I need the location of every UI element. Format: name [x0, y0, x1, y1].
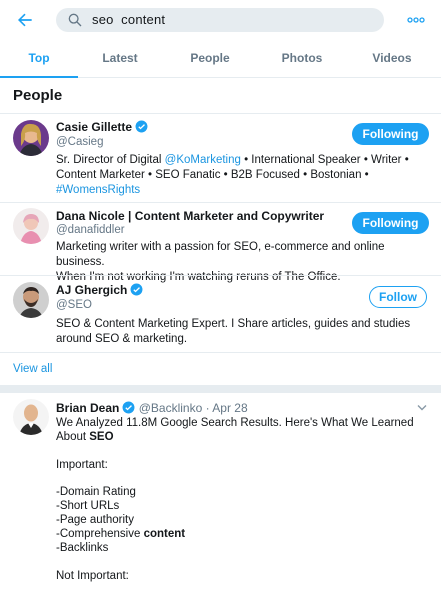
- bio-text: • International Speaker • Writer •: [240, 154, 409, 166]
- tweet-header: Brian Dean @Backlinko · Apr 28: [56, 401, 248, 415]
- view-all-link[interactable]: View all: [13, 363, 52, 375]
- following-button[interactable]: Following: [352, 123, 429, 145]
- search-query: seo content: [92, 12, 166, 27]
- verified-icon: [130, 283, 143, 296]
- avatar[interactable]: [13, 208, 49, 244]
- bio-text: Sr. Director of Digital: [56, 154, 165, 166]
- tweet-author[interactable]: Brian Dean: [56, 401, 119, 415]
- tweet-text: -Short URLs: [56, 500, 120, 512]
- tweet-text-part: -Comprehensive: [56, 528, 144, 540]
- tweet-keyword: content: [143, 528, 186, 540]
- tweet-keyword: SEO: [89, 431, 114, 443]
- user-handle: @SEO: [56, 299, 92, 311]
- user-card[interactable]: AJ Ghergich @SEO Follow SEO & Content Ma…: [0, 275, 441, 352]
- tab-latest[interactable]: Latest: [80, 40, 160, 78]
- tweet-text: Important:: [56, 459, 108, 471]
- chevron-down-icon[interactable]: [417, 404, 427, 411]
- bio-text: Marketing writer with a passion for SEO,…: [56, 241, 385, 268]
- tweet[interactable]: Brian Dean @Backlinko · Apr 28 We Analyz…: [0, 393, 441, 600]
- bio-text: SEO & Content Marketing Expert. I Share …: [56, 318, 411, 330]
- tweet-text: About SEO: [56, 431, 114, 443]
- section-divider: [0, 385, 441, 393]
- user-card[interactable]: Casie Gillette @Casieg Following Sr. Dir…: [0, 113, 441, 202]
- user-name: Dana Nicole | Content Marketer and Copyw…: [56, 209, 325, 223]
- tweet-text: -Comprehensive content: [56, 528, 185, 540]
- user-handle: @Casieg: [56, 136, 104, 148]
- user-name: Casie Gillette: [56, 120, 148, 134]
- tweet-text: -Domain Rating: [56, 486, 136, 498]
- user-name-text: Casie Gillette: [56, 120, 133, 134]
- user-name: AJ Ghergich: [56, 283, 143, 297]
- tweet-date[interactable]: Apr 28: [212, 401, 247, 415]
- user-handle: @danafiddler: [56, 224, 125, 236]
- following-button[interactable]: Following: [352, 212, 429, 234]
- hashtag-link[interactable]: #WomensRights: [56, 184, 140, 196]
- mention-link[interactable]: @KoMarketing: [165, 154, 241, 166]
- top-bar: seo content: [0, 0, 441, 40]
- search-icon: [68, 13, 82, 27]
- tweet-text: -Backlinks: [56, 542, 109, 554]
- section-title: People: [13, 87, 63, 104]
- tweet-text: Not Important:: [56, 570, 129, 582]
- bio-text: Content Marketer • SEO Fanatic • B2B Foc…: [56, 169, 369, 181]
- back-arrow-icon[interactable]: [15, 10, 35, 30]
- tab-videos[interactable]: Videos: [352, 40, 432, 78]
- bio-text: around SEO & marketing.: [56, 333, 188, 345]
- tab-people[interactable]: People: [170, 40, 250, 78]
- tweet-text-part: About: [56, 431, 90, 443]
- avatar[interactable]: [13, 282, 49, 318]
- verified-icon: [122, 401, 135, 414]
- tab-top[interactable]: Top: [0, 40, 78, 78]
- user-bio: Sr. Director of Digital @KoMarketing • I…: [56, 153, 434, 198]
- user-card[interactable]: Dana Nicole | Content Marketer and Copyw…: [0, 202, 441, 283]
- avatar[interactable]: [13, 120, 49, 156]
- user-bio: SEO & Content Marketing Expert. I Share …: [56, 317, 434, 347]
- search-input[interactable]: seo content: [56, 8, 384, 32]
- view-all-row: View all: [0, 352, 441, 385]
- tweet-text: -Page authority: [56, 514, 134, 526]
- avatar[interactable]: [13, 399, 49, 435]
- follow-button[interactable]: Follow: [369, 286, 427, 308]
- tweet-separator: ·: [205, 401, 210, 415]
- tweet-text: We Analyzed 11.8M Google Search Results.…: [56, 417, 414, 429]
- tab-photos[interactable]: Photos: [262, 40, 342, 78]
- tweet-handle[interactable]: @Backlinko: [139, 401, 203, 415]
- search-tabs: Top Latest People Photos Videos: [0, 40, 441, 78]
- user-name-text: AJ Ghergich: [56, 283, 128, 297]
- verified-icon: [135, 120, 148, 133]
- more-icon[interactable]: [407, 16, 425, 24]
